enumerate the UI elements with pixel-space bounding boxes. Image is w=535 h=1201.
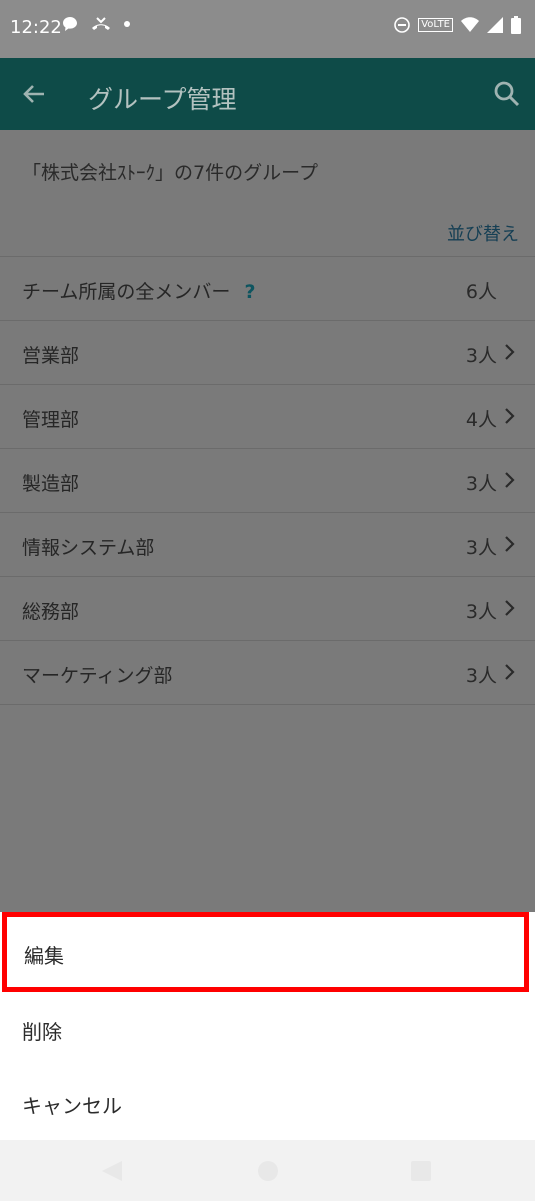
group-name: 管理部	[22, 409, 80, 431]
group-row[interactable]: 営業部 3人	[0, 320, 535, 384]
group-row[interactable]: マーケティング部 3人	[0, 640, 535, 705]
back-arrow-icon[interactable]	[20, 80, 48, 108]
group-row[interactable]: 情報システム部 3人	[0, 512, 535, 576]
cancel-label: キャンセル	[22, 1094, 122, 1118]
notification-dot-icon	[124, 21, 130, 27]
help-icon[interactable]: ?	[244, 281, 255, 303]
cancel-menu-item[interactable]: キャンセル	[0, 1066, 535, 1140]
group-name: 総務部	[22, 601, 80, 623]
group-name: 製造部	[22, 473, 80, 495]
group-list: チーム所属の全メンバー? 6人 営業部 3人 管理部 4人 製造部 3人 情報シ…	[0, 256, 535, 705]
nav-recents-icon[interactable]	[410, 1160, 432, 1182]
sort-button[interactable]: 並び替え	[447, 220, 519, 246]
chat-bubble-icon	[63, 17, 77, 31]
member-count: 3人	[465, 601, 497, 623]
delete-menu-item[interactable]: 削除	[0, 992, 535, 1066]
edit-menu-item[interactable]: 編集	[2, 912, 529, 992]
do-not-disturb-icon	[394, 17, 410, 33]
wifi-icon	[461, 17, 479, 32]
group-name: 営業部	[22, 345, 80, 367]
group-name: マーケティング部	[22, 665, 173, 687]
group-list-screen: 「株式会社ｽﾄｰｸ」の7件のグループ 並び替え チーム所属の全メンバー? 6人 …	[0, 130, 535, 912]
group-row[interactable]: 管理部 4人	[0, 384, 535, 448]
delete-label: 削除	[22, 1020, 62, 1044]
missed-call-icon	[92, 17, 110, 30]
volte-badge: VoLTE	[418, 18, 453, 32]
chevron-right-icon	[505, 472, 515, 488]
nav-home-icon[interactable]	[256, 1160, 280, 1182]
group-name: 情報システム部	[22, 537, 155, 559]
status-bar: 12:22 VoLTE	[0, 0, 535, 58]
group-row-all-members[interactable]: チーム所属の全メンバー? 6人	[0, 256, 535, 320]
chevron-right-icon	[505, 536, 515, 552]
page-title: グループ管理	[88, 85, 237, 114]
nav-back-icon[interactable]	[100, 1160, 124, 1182]
chevron-right-icon	[505, 664, 515, 680]
member-count: 3人	[465, 665, 497, 687]
group-row[interactable]: 製造部 3人	[0, 448, 535, 512]
search-icon[interactable]	[493, 80, 521, 108]
signal-icon	[487, 17, 503, 33]
member-count: 3人	[465, 537, 497, 559]
group-name: チーム所属の全メンバー	[22, 281, 231, 303]
member-count: 3人	[465, 345, 497, 367]
member-count: 6人	[465, 281, 497, 303]
chevron-right-icon	[505, 344, 515, 360]
edit-label: 編集	[24, 944, 64, 968]
member-count: 4人	[465, 409, 497, 431]
chevron-right-icon	[505, 600, 515, 616]
action-bottom-sheet: 編集 削除 キャンセル	[0, 912, 535, 1140]
member-count: 3人	[465, 473, 497, 495]
chevron-right-icon	[505, 408, 515, 424]
battery-icon	[511, 16, 521, 34]
system-nav-bar	[0, 1140, 535, 1201]
app-bar: グループ管理	[0, 58, 535, 130]
group-count-subtitle: 「株式会社ｽﾄｰｸ」の7件のグループ	[22, 162, 318, 184]
group-row[interactable]: 総務部 3人	[0, 576, 535, 640]
status-time: 12:22	[10, 17, 62, 38]
